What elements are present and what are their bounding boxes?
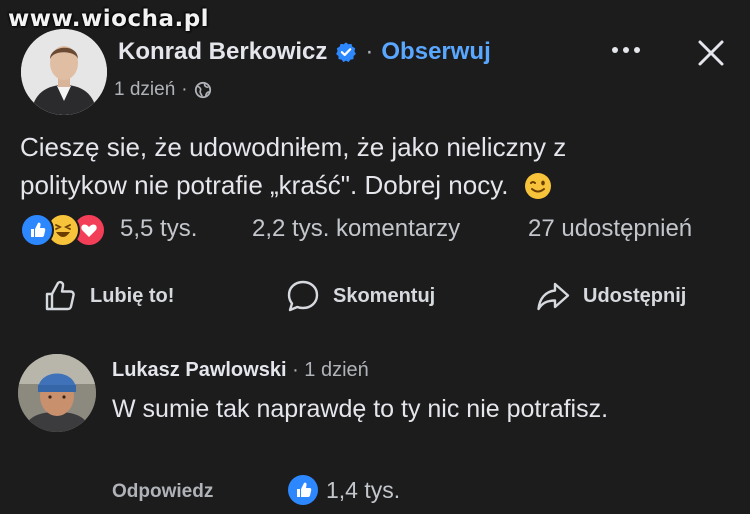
share-button[interactable]: Udostępnij (535, 272, 686, 320)
like-button-label: Lubię to! (90, 284, 175, 307)
reaction-icons[interactable] (20, 213, 112, 247)
watermark: www.wiocha.pl (8, 6, 210, 32)
comment-button[interactable]: Skomentuj (285, 272, 435, 320)
comment-bubble-icon (287, 280, 319, 312)
author-avatar-image (21, 29, 107, 115)
share-button-label: Udostępnij (583, 284, 687, 307)
author-separator: · (365, 38, 374, 65)
comment-likes-count: 1,4 tys. (326, 476, 401, 503)
comment-separator: · (286, 359, 305, 381)
like-thumb-icon (45, 280, 75, 311)
comment-button-label: Skomentuj (333, 284, 436, 307)
post-time[interactable]: 1 dzień (114, 79, 175, 101)
like-button[interactable]: Lubię to! (42, 272, 174, 320)
globe-icon (194, 81, 211, 99)
comment-header: Lukasz Pawlowski · 1 dzień (112, 359, 369, 382)
comment-like-reaction-icon (288, 475, 318, 505)
verified-badge-icon (336, 42, 357, 63)
comment-text: W sumie tak naprawdę to ty nic nie potra… (112, 395, 609, 423)
follow-button[interactable]: Obserwuj (381, 38, 490, 66)
commenter-name[interactable]: Lukasz Pawlowski (112, 359, 287, 381)
reactions-count[interactable]: 5,5 tys. (120, 215, 197, 243)
post-text-block: Cieszę sie, że udowodniłem, że jako niel… (20, 128, 660, 204)
post-author-row: Konrad Berkowicz · Obserwuj (118, 38, 491, 66)
post-meta: 1 dzień · (114, 79, 212, 101)
shares-count[interactable]: 27 udostępnień (528, 215, 692, 243)
like-reaction-icon (20, 213, 54, 247)
comments-count[interactable]: 2,2 tys. komentarzy (252, 215, 460, 243)
more-icon[interactable] (610, 40, 642, 60)
share-arrow-icon (537, 282, 570, 311)
facebook-post-screen: www.wiocha.pl Konrad Berkowicz · Obserwu… (0, 0, 750, 514)
close-icon[interactable] (697, 39, 725, 67)
comment-likes[interactable]: 1,4 tys. (288, 475, 400, 505)
commenter-avatar[interactable] (18, 354, 96, 432)
post-text: Cieszę sie, że udowodniłem, że jako niel… (20, 132, 567, 200)
wink-emoji-icon (524, 173, 551, 199)
author-avatar[interactable] (21, 29, 107, 115)
commenter-avatar-image (18, 354, 96, 432)
meta-separator: · (181, 79, 188, 100)
post-author-name[interactable]: Konrad Berkowicz (118, 38, 327, 66)
post-actions: Lubię to! Skomentuj Udostępnij (0, 272, 750, 320)
post-stats: 5,5 tys. 2,2 tys. komentarzy 27 udostępn… (20, 211, 730, 247)
reply-button[interactable]: Odpowiedz (112, 481, 213, 503)
comment-time[interactable]: 1 dzień (304, 359, 369, 381)
